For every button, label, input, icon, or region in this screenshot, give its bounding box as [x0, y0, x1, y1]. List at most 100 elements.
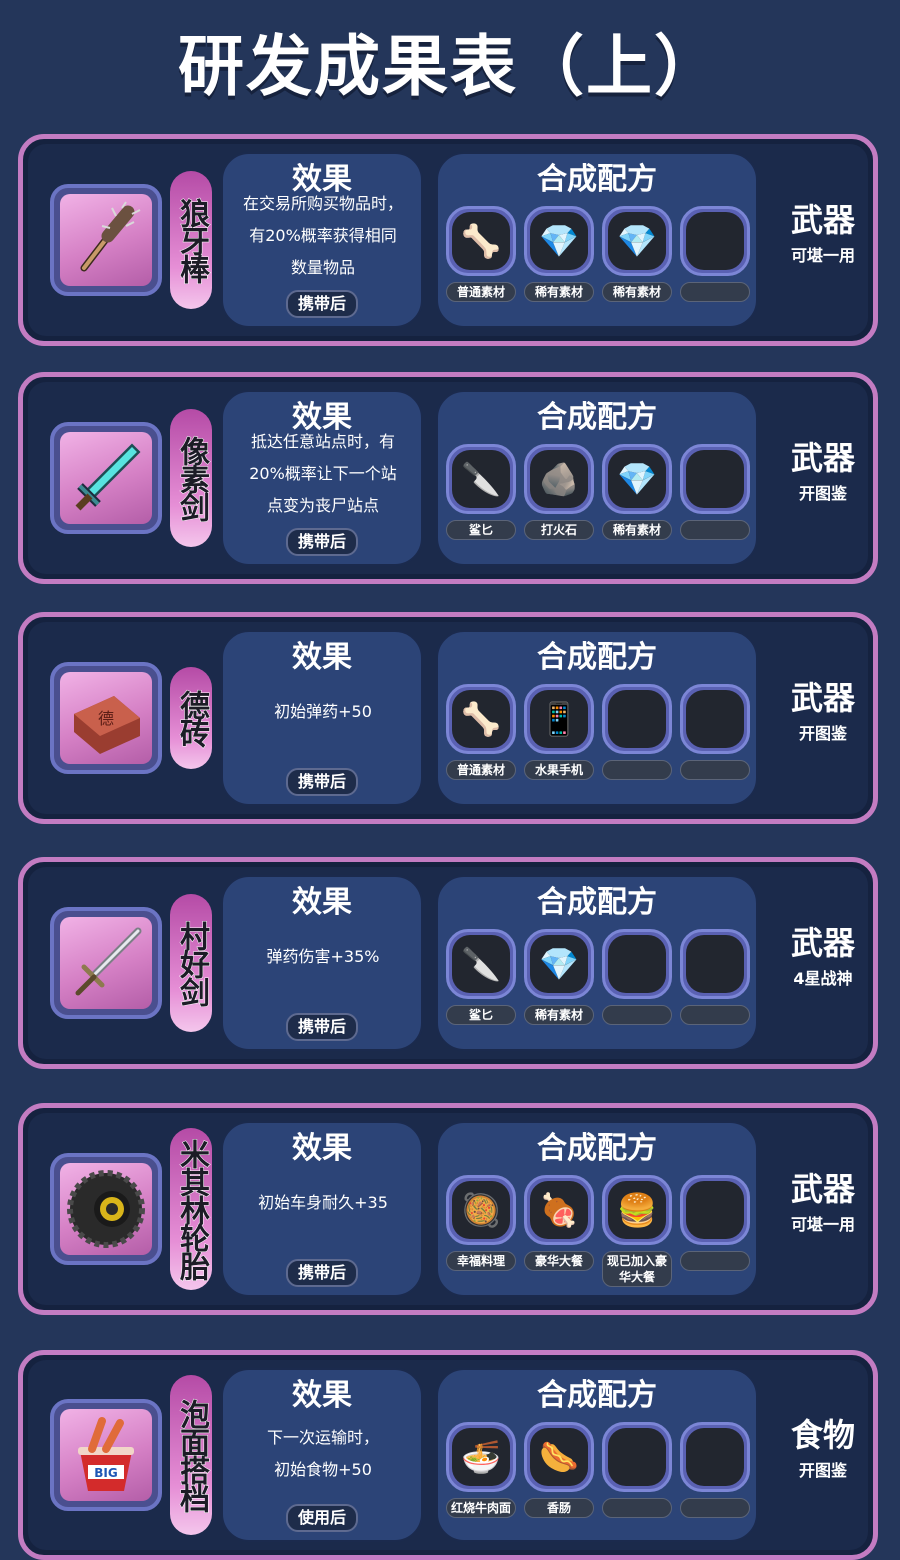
rare-crystal-icon: 💎 [608, 450, 666, 508]
ingredient-slot[interactable]: 🥘 [446, 1175, 516, 1245]
empty-ingredient-slot[interactable] [680, 206, 750, 276]
item-frame[interactable] [50, 184, 162, 296]
empty-slot [686, 690, 744, 748]
effect-heading: 效果 [292, 885, 352, 920]
item-frame[interactable]: 德 [50, 662, 162, 774]
recipe-panel: 合成配方 🔪 鲨匕 🪨 打火石 💎 稀有素材 [436, 390, 758, 566]
ingredient-slot[interactable]: 📱 [524, 684, 594, 754]
effect-line: 弹药伤害+35% [266, 947, 380, 966]
ingredient-label: 幸福料理 [446, 1251, 516, 1271]
effect-line: 在交易所购买物品时， [242, 194, 403, 213]
effect-panel: 效果 抵达任意站点时，有 20%概率让下一个站 点变为丧尸站点 携带后 [221, 390, 423, 566]
ingredient-label [680, 1498, 750, 1518]
horn-material-icon: 🦴 [452, 212, 510, 270]
ingredient-label: 豪华大餐 [524, 1251, 594, 1271]
item-frame[interactable]: BIG [50, 1399, 162, 1511]
ingredient-slot[interactable]: 🍜 [446, 1422, 516, 1492]
ingredient-slot[interactable]: 💎 [602, 444, 672, 514]
recipe-heading: 合成配方 [537, 1131, 657, 1166]
empty-ingredient-slot[interactable] [680, 1175, 750, 1245]
item-frame[interactable] [50, 422, 162, 534]
card-body: 德 德砖 效果 初始弹药+50 携带后 合成配方 🦴 普通素材 📱 水果手机 武… [28, 622, 868, 814]
noodle-cup-icon: BIG [60, 1409, 152, 1501]
research-card: 德 德砖 效果 初始弹药+50 携带后 合成配方 🦴 普通素材 📱 水果手机 武… [18, 612, 878, 824]
feast-icon: 🍖 [530, 1181, 588, 1239]
empty-slot [686, 1428, 744, 1486]
ingredient-label [602, 1498, 672, 1518]
recipe-heading: 合成配方 [537, 400, 657, 435]
svg-text:BIG: BIG [94, 1466, 117, 1480]
effect-line: 初始弹药+50 [274, 702, 372, 721]
item-frame[interactable] [50, 1153, 162, 1265]
item-name-pill: 像素剑 [170, 409, 212, 547]
effect-line: 20%概率让下一个站 [249, 464, 397, 483]
heart-dish-icon: 🥘 [452, 1181, 510, 1239]
condition-badge: 携带后 [285, 528, 359, 556]
ingredient-slot[interactable]: 💎 [602, 206, 672, 276]
ingredient-slot[interactable]: 🍖 [524, 1175, 594, 1245]
ingredient-label: 稀有素材 [602, 520, 672, 540]
item-type: 武器 开图鉴 [768, 438, 878, 506]
empty-ingredient-slot[interactable] [680, 444, 750, 514]
rare-crystal-icon: 💎 [530, 935, 588, 993]
empty-ingredient-slot[interactable] [680, 929, 750, 999]
type-label: 武器 [790, 679, 855, 717]
recipe-panel: 合成配方 🦴 普通素材 💎 稀有素材 💎 稀有素材 [436, 152, 758, 328]
pixel-sword-icon [60, 432, 152, 524]
empty-slot [608, 690, 666, 748]
research-card: 像素剑 效果 抵达任意站点时，有 20%概率让下一个站 点变为丧尸站点 携带后 合成… [18, 372, 878, 584]
empty-slot [686, 450, 744, 508]
empty-ingredient-slot[interactable] [602, 684, 672, 754]
effect-line: 数量物品 [290, 258, 355, 277]
item-name: 狼牙棒 [174, 198, 210, 283]
empty-ingredient-slot[interactable] [602, 1422, 672, 1492]
type-label: 食物 [790, 1416, 855, 1454]
ingredient-label: 稀有素材 [524, 1005, 594, 1025]
ingredient-label: 现已加入豪华大餐 [602, 1251, 672, 1287]
ingredient-slot[interactable]: 🦴 [446, 684, 516, 754]
recipe-panel: 合成配方 🦴 普通素材 📱 水果手机 [436, 630, 758, 806]
brick-icon: 德 [60, 672, 152, 764]
subtype-label: 开图鉴 [798, 484, 847, 503]
ingredient-slot[interactable]: 🦴 [446, 206, 516, 276]
ingredient-label [680, 760, 750, 780]
ingredient-slot[interactable]: 🪨 [524, 444, 594, 514]
ingredient-slot[interactable]: 🌭 [524, 1422, 594, 1492]
recipe-panel: 合成配方 🍜 红烧牛肉面 🌭 香肠 [436, 1368, 758, 1542]
item-name: 德砖 [174, 690, 210, 747]
effect-heading: 效果 [292, 1131, 352, 1166]
shark-dagger-icon: 🔪 [452, 935, 510, 993]
subtype-label: 可堪一用 [790, 246, 855, 265]
type-label: 武器 [790, 1170, 855, 1208]
empty-ingredient-slot[interactable] [602, 929, 672, 999]
ingredient-slot[interactable]: 💎 [524, 206, 594, 276]
item-frame[interactable] [50, 907, 162, 1019]
ingredient-label: 鲨匕 [446, 520, 516, 540]
item-name: 米其林轮胎 [174, 1139, 210, 1280]
ingredient-label: 打火石 [524, 520, 594, 540]
ingredient-slot[interactable]: 🔪 [446, 444, 516, 514]
card-body: BIG 泡面搭档 效果 下一次运输时， 初始食物+50 使用后 合成配方 🍜 红烧… [28, 1360, 868, 1550]
recipe-heading: 合成配方 [537, 162, 657, 197]
empty-ingredient-slot[interactable] [680, 1422, 750, 1492]
effect-panel: 效果 下一次运输时， 初始食物+50 使用后 [221, 1368, 423, 1542]
item-name-pill: 德砖 [170, 667, 212, 769]
horn-material-icon: 🦴 [452, 690, 510, 748]
effect-panel: 效果 初始车身耐久+35 携带后 [221, 1121, 423, 1297]
burger-meal-icon: 🍔 [608, 1181, 666, 1239]
ingredient-slot[interactable]: 💎 [524, 929, 594, 999]
ingredient-label [680, 1251, 750, 1271]
item-name: 泡面搭档 [174, 1399, 210, 1512]
card-body: 狼牙棒 效果 在交易所购买物品时， 有20%概率获得相同 数量物品 携带后 合成配方… [28, 144, 868, 336]
recipe-heading: 合成配方 [537, 1378, 657, 1413]
ingredient-slot[interactable]: 🔪 [446, 929, 516, 999]
item-type: 武器 可堪一用 [768, 200, 878, 268]
empty-ingredient-slot[interactable] [680, 684, 750, 754]
subtype-label: 4星战神 [793, 969, 853, 988]
subtype-label: 开图鉴 [798, 1461, 847, 1480]
ingredient-slot[interactable]: 🍔 [602, 1175, 672, 1245]
effect-line: 有20%概率获得相同 [249, 226, 397, 245]
recipe-panel: 合成配方 🥘 幸福料理 🍖 豪华大餐 🍔 现已加入豪华大餐 [436, 1121, 758, 1297]
item-name-pill: 狼牙棒 [170, 171, 212, 309]
card-body: 村好剑 效果 弹药伤害+35% 携带后 合成配方 🔪 鲨匕 💎 稀有素材 武器 … [28, 867, 868, 1059]
